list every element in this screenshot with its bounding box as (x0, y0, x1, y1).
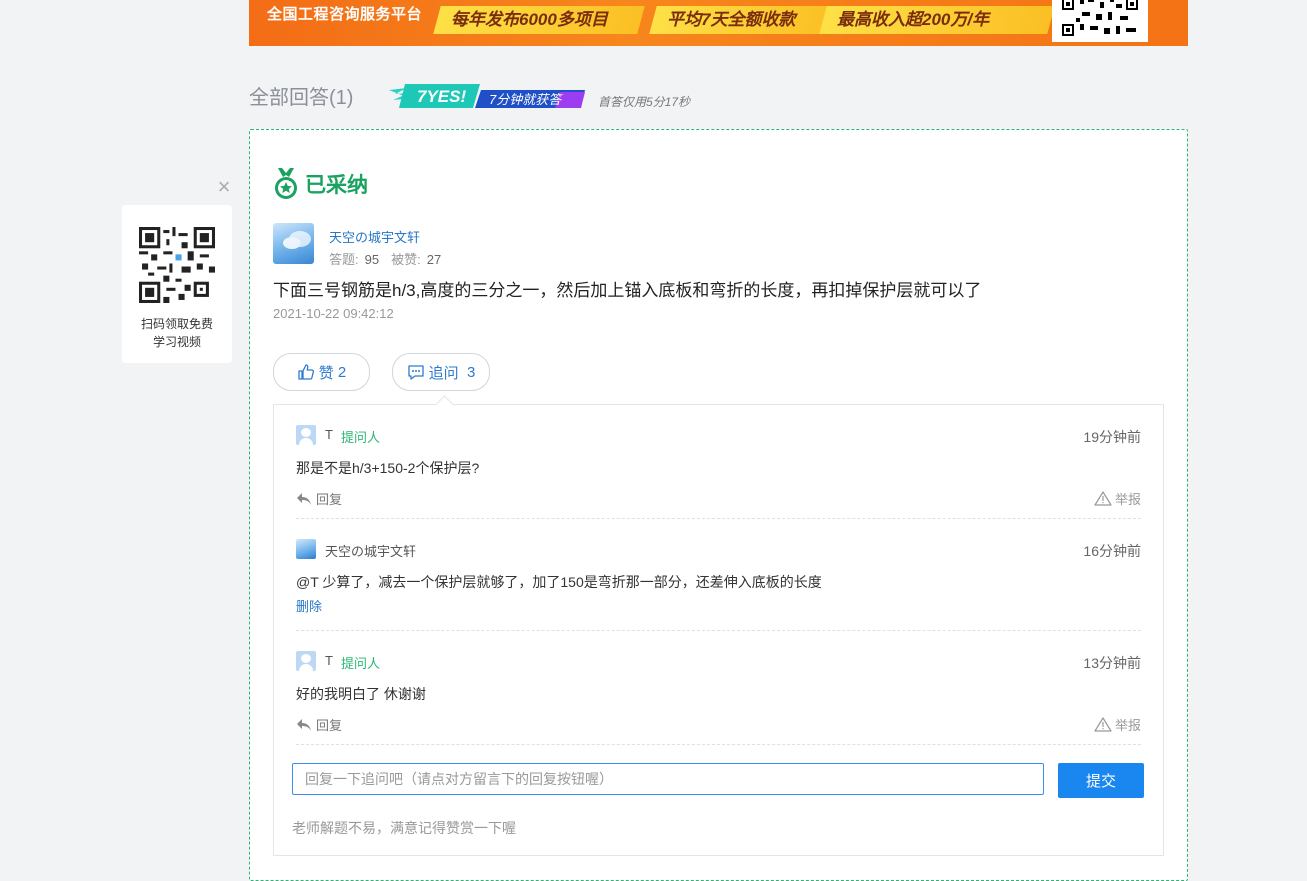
liked-count: 27 (426, 252, 442, 267)
floating-qr-panel: 扫码领取免费学习视频 (122, 205, 232, 363)
comment-divider (296, 518, 1141, 519)
medal-icon (275, 168, 297, 199)
commenter-name[interactable]: T (325, 427, 333, 442)
liked-count-label: 被赞: (391, 252, 421, 267)
comment-divider (296, 744, 1141, 745)
badge-text: 7分钟就获答 (489, 92, 563, 107)
qr-caption: 扫码领取免费学习视频 (140, 317, 213, 349)
badge-yes-text: 7YES! (417, 87, 466, 106)
answerer-name[interactable]: 天空の城宇文轩 (329, 227, 420, 246)
fast-answer-badge: 7YES! 7分钟就获答 (385, 80, 590, 112)
qr-code-icon (139, 227, 215, 303)
banner-pill-income: 最高收入超200万/年 (819, 6, 1055, 34)
like-label: 赞 (318, 364, 334, 382)
all-answers-heading: 全部回答(1) (249, 87, 354, 109)
comment-text: 好的我明白了 休谢谢 (296, 686, 426, 702)
comment-divider (296, 630, 1141, 631)
comment-text: @T 少算了，减去一个保护层就够了，加了150是弯折那一部分，还差伸入底板的长度 (296, 574, 822, 590)
answerer-stats: 答题: 95 被赞: 27 (329, 249, 453, 268)
reply-icon (297, 492, 311, 505)
follow-up-count: 3 (467, 363, 476, 381)
banner-pill-projects: 每年发布6000多项目 (433, 6, 645, 34)
like-button[interactable]: 赞 2 (273, 353, 370, 391)
commenter-name[interactable]: T (325, 653, 333, 668)
submit-button[interactable]: 提交 (1058, 763, 1144, 798)
reply-icon (297, 718, 311, 731)
banner-title: 全国工程咨询服务平台 (267, 6, 423, 23)
report-button[interactable]: 举报 (1094, 715, 1141, 734)
answers-count-label: 答题: (329, 252, 359, 267)
asker-role-label: 提问人 (341, 656, 381, 671)
fast-answer-badge-graphic: 7YES! 7分钟就获答 (389, 84, 585, 108)
comment-icon (407, 365, 424, 380)
banner-pill-payment: 平均7天全额收款 (649, 6, 835, 34)
top-ad-banner[interactable]: 全国工程咨询服务平台 每年发布6000多项目 平均7天全额收款 最高收入超200… (249, 0, 1188, 46)
commenter-avatar[interactable] (296, 651, 316, 671)
like-count: 2 (337, 363, 347, 381)
report-button[interactable]: 举报 (1094, 489, 1141, 508)
comment-time: 19分钟前 (1083, 429, 1141, 445)
warning-icon (1094, 491, 1112, 506)
reply-button[interactable]: 回复 (296, 489, 342, 508)
close-qr-button[interactable]: × (213, 176, 235, 198)
thumbs-up-icon (298, 364, 314, 380)
comment-time: 16分钟前 (1083, 543, 1141, 559)
follow-up-label: 追问 (428, 364, 459, 382)
banner-qr-code (1052, 0, 1148, 42)
comment-text: 那是不是h/3+150-2个保护层? (296, 460, 480, 476)
adopted-label: 已采纳 (305, 174, 368, 197)
reply-button[interactable]: 回复 (296, 715, 342, 734)
tip-text: 老师解题不易，满意记得赞赏一下喔 (292, 820, 516, 836)
delete-button[interactable]: 删除 (296, 596, 322, 615)
answers-count: 95 (364, 252, 380, 267)
answer-timestamp: 2021-10-22 09:42:12 (273, 306, 394, 321)
reply-input[interactable] (292, 763, 1044, 795)
follow-up-button[interactable]: 追问 3 (392, 353, 490, 391)
qr-code-icon (1060, 0, 1140, 38)
adopted-answer-card: 已采纳 天空の城宇文轩 答题: 95 被赞: 27 下面三号钢筋是h/3,高度的三分之… (249, 129, 1188, 881)
adopted-label-group: 已采纳 (273, 167, 368, 201)
comment-time: 13分钟前 (1083, 655, 1141, 671)
commenter-avatar[interactable] (296, 539, 316, 559)
first-answer-time: 首答仅用5分17秒 (598, 95, 691, 109)
answerer-avatar[interactable] (273, 223, 314, 264)
follow-up-panel: T 提问人 19分钟前 那是不是h/3+150-2个保护层? 回复 举报 天空の… (273, 404, 1164, 856)
answer-text: 下面三号钢筋是h/3,高度的三分之一，然后加上锚入底板和弯折的长度，再扣掉保护层… (273, 281, 982, 300)
commenter-avatar[interactable] (296, 425, 316, 445)
asker-role-label: 提问人 (341, 430, 381, 445)
commenter-name[interactable]: 天空の城宇文轩 (325, 541, 416, 560)
warning-icon (1094, 717, 1112, 732)
